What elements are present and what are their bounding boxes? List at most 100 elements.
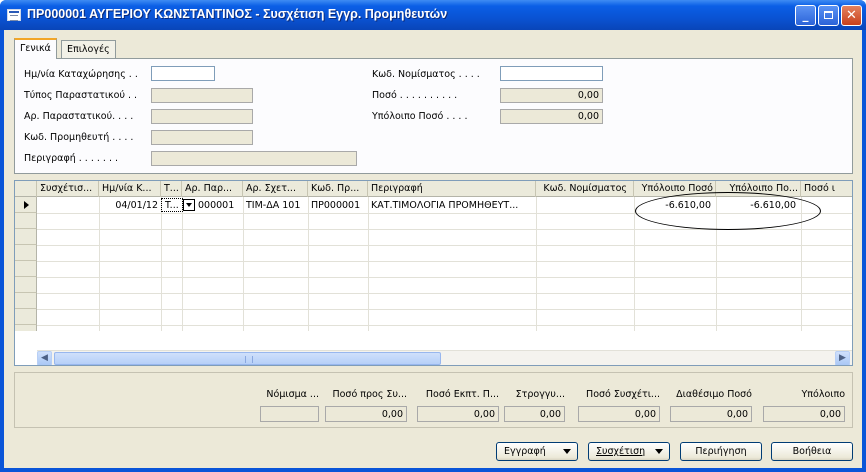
navigate-button-label: Περιήγηση <box>695 446 747 457</box>
row-selector[interactable] <box>15 325 37 331</box>
scroll-right-icon: ▶ <box>839 353 846 363</box>
currency-code-label: Κωδ. Νομίσματος . . . . <box>372 69 480 80</box>
row-selector[interactable] <box>15 277 37 293</box>
application-window: ΠΡ000001 ΑΥΓΕΡΙΟΥ ΚΩΝΣΤΑΝΤΙΝΟΣ - Συσχέτι… <box>0 0 866 472</box>
totals-panel: Νόμισμα ... Ποσό προς Συ... 0,00 Ποσό Εκ… <box>14 372 853 428</box>
grid-line <box>182 197 183 331</box>
register-button-label: Εγγραφή <box>504 446 546 457</box>
document-no-label: Αρ. Παραστατικού. . . . <box>24 111 134 122</box>
form-icon <box>7 9 21 21</box>
grid-line <box>634 197 635 331</box>
total-amount-to-apply-field: 0,00 <box>325 406 407 422</box>
col-header-description[interactable]: Περιγραφή <box>368 181 536 197</box>
total-rounding-field: 0,00 <box>504 406 565 422</box>
col-header-remaining-2[interactable]: Υπόλοιπο Πο... <box>716 181 801 197</box>
row-selector[interactable] <box>15 213 37 229</box>
grid-line <box>801 197 802 331</box>
document-no-field[interactable] <box>151 109 253 124</box>
tab-general[interactable]: Γενικά <box>14 38 57 59</box>
help-button-label: Βοήθεια <box>792 446 832 457</box>
total-discount-label: Ποσό Εκπτ. Π... <box>425 389 499 400</box>
col-header-type[interactable]: Τ... <box>161 181 182 197</box>
header-corner <box>15 181 37 197</box>
type-dropdown-button[interactable] <box>183 199 195 211</box>
tab-options[interactable]: Επιλογές <box>61 40 116 59</box>
scrollbar-thumb[interactable] <box>54 352 441 365</box>
grid-line <box>99 197 100 331</box>
grid-line <box>308 197 309 331</box>
title-bar[interactable]: ΠΡ000001 ΑΥΓΕΡΙΟΥ ΚΩΝΣΤΑΝΤΙΝΟΣ - Συσχέτι… <box>0 0 866 30</box>
scroll-grip-icon <box>245 356 253 363</box>
relate-button-label: Συσχέτιση <box>596 446 646 457</box>
relate-button[interactable]: Συσχέτιση <box>588 442 670 461</box>
row-selector[interactable] <box>15 229 37 245</box>
entries-grid[interactable]: Συσχέτισ... Ημ/νία Κ... Τ... Αρ. Παρ... … <box>14 180 853 366</box>
total-discount-field: 0,00 <box>417 406 499 422</box>
total-currency-field <box>260 406 319 422</box>
col-header-vendor-no[interactable]: Κωδ. Πρ... <box>308 181 368 197</box>
col-header-amount[interactable]: Ποσό ι <box>801 181 852 197</box>
row-selector[interactable] <box>15 293 37 309</box>
description-field[interactable] <box>151 151 357 166</box>
col-header-ext-doc-no[interactable]: Αρ. Σχετ... <box>243 181 308 197</box>
grid-header: Συσχέτισ... Ημ/νία Κ... Τ... Αρ. Παρ... … <box>15 181 852 197</box>
grid-line <box>37 277 852 278</box>
row-selector[interactable] <box>15 197 37 213</box>
total-amount-to-apply-label: Ποσό προς Συ... <box>332 389 407 400</box>
scroll-left-icon: ◀ <box>41 353 48 363</box>
close-button[interactable]: ✕ <box>841 5 862 26</box>
general-panel: Ημ/νία Καταχώρησης . . Τύπος Παραστατικο… <box>14 58 853 174</box>
cell-vendor-no[interactable]: ΠΡ000001 <box>308 197 368 213</box>
horizontal-scrollbar[interactable]: ◀ ▶ <box>37 350 852 365</box>
document-type-field[interactable] <box>151 88 253 103</box>
maximize-icon <box>824 11 833 19</box>
row-selector[interactable] <box>15 309 37 325</box>
cell-type[interactable]: T... <box>161 198 183 212</box>
cell-currency[interactable] <box>536 197 634 213</box>
col-header-currency[interactable]: Κωδ. Νομίσματος <box>536 181 634 197</box>
cell-remaining[interactable]: -6.610,00 <box>634 197 714 213</box>
cell-doc-no[interactable]: 000001 <box>195 197 243 213</box>
col-header-date[interactable]: Ημ/νία Κ... <box>99 181 161 197</box>
row-selector[interactable] <box>15 245 37 261</box>
col-header-doc-no[interactable]: Αρ. Παρ... <box>182 181 243 197</box>
grid-line <box>37 213 852 214</box>
total-balance-field: 0,00 <box>763 406 845 422</box>
total-rounding-label: Στρογγυ... <box>515 389 565 400</box>
remaining-amount-field[interactable]: 0,00 <box>500 109 603 124</box>
cell-date[interactable]: 04/01/12 <box>99 197 161 213</box>
total-available-amount-label: Διαθέσιμο Ποσό <box>676 389 752 400</box>
grid-line <box>37 229 852 230</box>
total-currency-label: Νόμισμα ... <box>266 389 319 400</box>
cell-amount[interactable] <box>801 197 852 213</box>
row-selector[interactable] <box>15 261 37 277</box>
total-applied-amount-field: 0,00 <box>578 406 660 422</box>
grid-line <box>243 197 244 331</box>
register-button[interactable]: Εγγραφή <box>496 442 578 461</box>
window-title: ΠΡ000001 ΑΥΓΕΡΙΟΥ ΚΩΝΣΤΑΝΤΙΝΟΣ - Συσχέτι… <box>27 7 448 21</box>
col-header-applies[interactable]: Συσχέτισ... <box>37 181 99 197</box>
tab-general-label: Γενικά <box>20 43 51 54</box>
description-label: Περιγραφή . . . . . . . <box>24 153 119 164</box>
cell-description[interactable]: ΚΑΤ.ΤΙΜΟΛΟΓΙΑ ΠΡΟΜΗΘΕΥΤ... <box>368 197 536 213</box>
grid-line <box>368 197 369 331</box>
scroll-right-button[interactable]: ▶ <box>835 351 850 365</box>
vendor-no-field[interactable] <box>151 130 253 145</box>
cell-applies[interactable] <box>37 197 99 213</box>
posting-date-field[interactable] <box>151 66 215 81</box>
current-row-arrow-icon <box>24 201 29 209</box>
help-button[interactable]: Βοήθεια <box>771 442 853 461</box>
cell-ext-doc-no[interactable]: ΤΙΜ-ΔΑ 101 <box>243 197 308 213</box>
grid-line <box>37 309 852 310</box>
currency-code-field[interactable] <box>500 66 603 81</box>
scroll-left-button[interactable]: ◀ <box>37 351 52 365</box>
amount-field[interactable]: 0,00 <box>500 88 603 103</box>
minimize-icon: _ <box>802 8 809 22</box>
navigate-button[interactable]: Περιήγηση <box>680 442 762 461</box>
minimize-button[interactable]: _ <box>795 5 816 26</box>
maximize-button[interactable] <box>818 5 839 26</box>
chevron-down-icon <box>655 449 663 454</box>
grid-line <box>161 197 162 331</box>
cell-remaining-2[interactable]: -6.610,00 <box>716 197 799 213</box>
col-header-remaining[interactable]: Υπόλοιπο Ποσό <box>634 181 716 197</box>
